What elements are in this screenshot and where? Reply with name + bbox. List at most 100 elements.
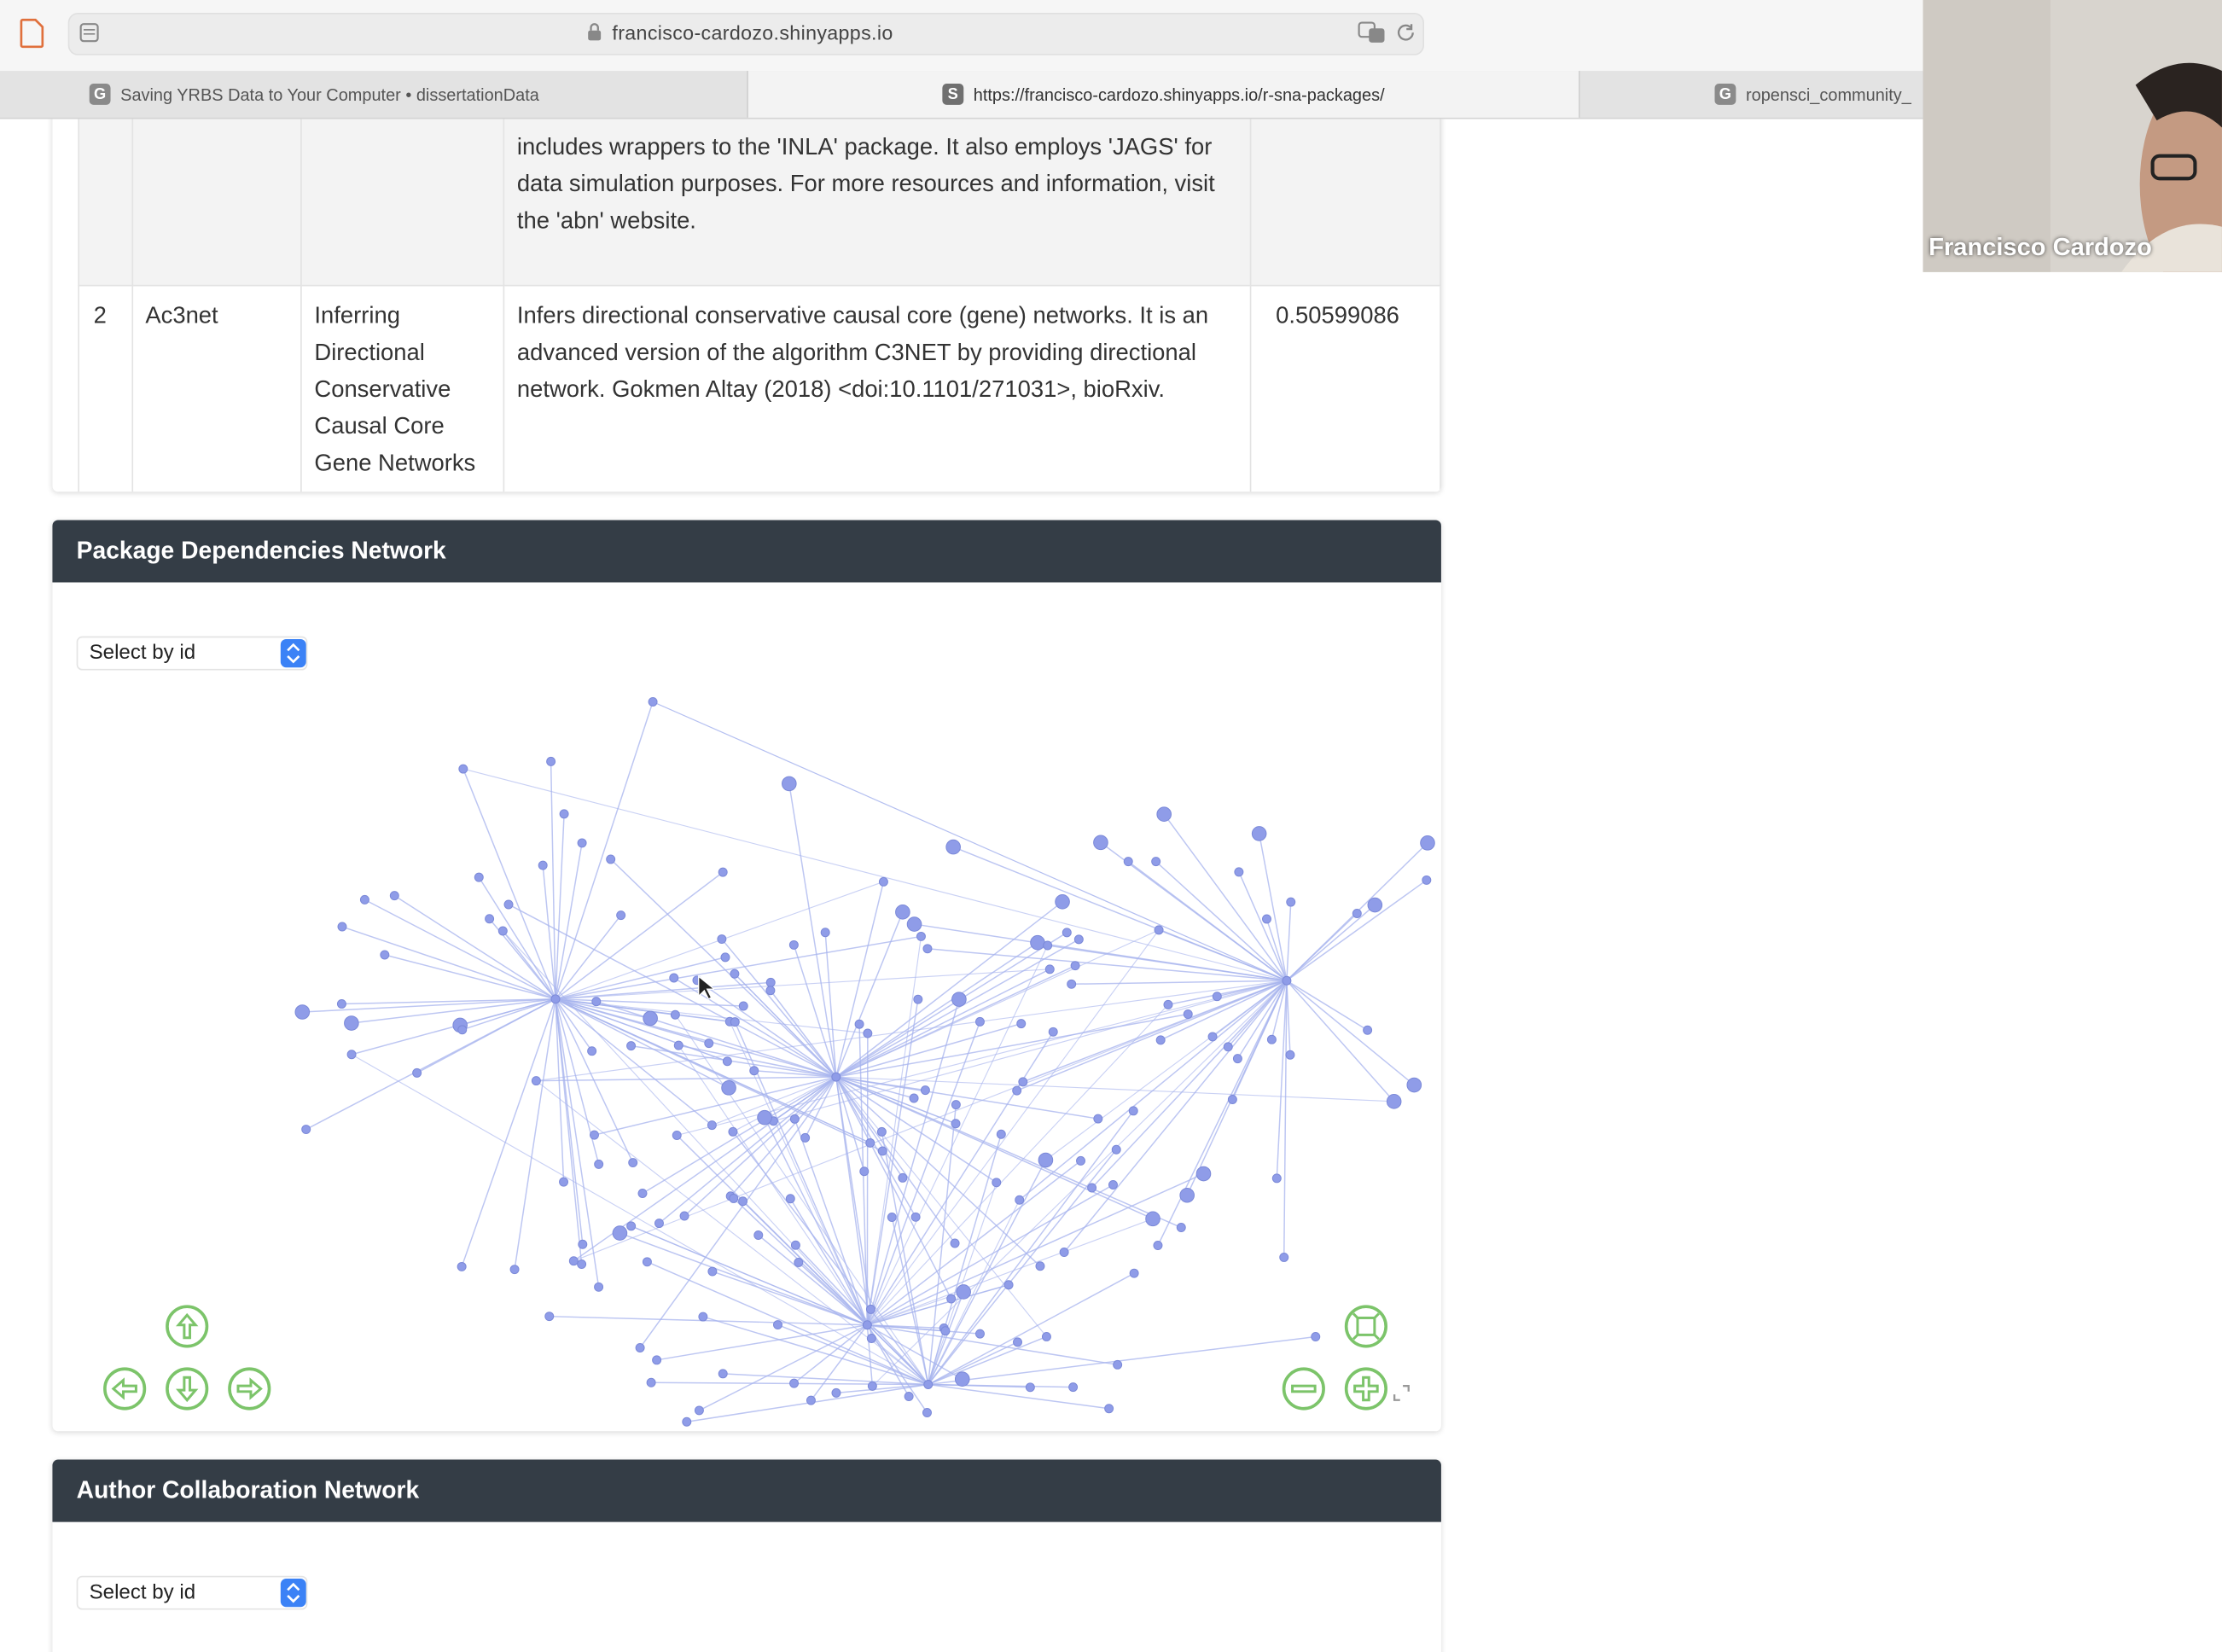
graph-node[interactable] xyxy=(1055,894,1070,910)
graph-node[interactable] xyxy=(642,1257,652,1267)
graph-node[interactable] xyxy=(591,997,602,1007)
graph-node[interactable] xyxy=(749,1066,759,1076)
graph-node[interactable] xyxy=(474,872,484,882)
graph-node[interactable] xyxy=(1286,897,1296,907)
graph-node[interactable] xyxy=(1271,1173,1282,1184)
graph-node[interactable] xyxy=(577,1259,587,1270)
graph-node[interactable] xyxy=(863,1028,873,1038)
graph-node[interactable] xyxy=(628,1158,638,1168)
graph-node[interactable] xyxy=(646,1377,656,1387)
document-icon[interactable] xyxy=(20,18,44,49)
graph-node[interactable] xyxy=(1176,1223,1186,1233)
graph-node[interactable] xyxy=(1093,1114,1103,1124)
graph-node[interactable] xyxy=(922,944,933,954)
graph-node[interactable] xyxy=(1111,1144,1121,1155)
select-by-id-dropdown[interactable]: Select by id xyxy=(76,636,308,671)
graph-node[interactable] xyxy=(1041,1331,1051,1341)
graph-node[interactable] xyxy=(648,696,658,707)
graph-node[interactable] xyxy=(578,1239,588,1249)
graph-node[interactable] xyxy=(594,1282,604,1292)
graph-node[interactable] xyxy=(974,1016,985,1027)
fit-icon[interactable] xyxy=(1343,1304,1388,1349)
graph-node[interactable] xyxy=(923,1380,934,1389)
graph-node[interactable] xyxy=(720,952,730,963)
graph-node[interactable] xyxy=(538,860,548,870)
graph-node[interactable] xyxy=(913,994,923,1004)
graph-node[interactable] xyxy=(672,1130,682,1140)
graph-node[interactable] xyxy=(1367,897,1383,913)
graph-node[interactable] xyxy=(1038,1152,1054,1168)
graph-node[interactable] xyxy=(922,1408,932,1417)
graph-node[interactable] xyxy=(946,1294,957,1304)
translate-icon[interactable] xyxy=(1358,21,1386,44)
graph-node[interactable] xyxy=(1195,1166,1212,1182)
graph-node[interactable] xyxy=(1016,1019,1027,1029)
graph-node[interactable] xyxy=(940,1326,951,1336)
graph-node[interactable] xyxy=(954,1371,970,1387)
graph-node[interactable] xyxy=(1145,1211,1160,1227)
graph-node[interactable] xyxy=(718,1369,728,1379)
graph-node[interactable] xyxy=(1076,1155,1085,1166)
graph-node[interactable] xyxy=(637,1189,648,1198)
graph-node[interactable] xyxy=(1352,909,1362,918)
graph-node[interactable] xyxy=(531,1076,541,1086)
graph-node[interactable] xyxy=(951,992,967,1007)
graph-node[interactable] xyxy=(497,926,508,936)
graph-node[interactable] xyxy=(670,1009,680,1020)
graph-node[interactable] xyxy=(389,891,399,901)
graph-node[interactable] xyxy=(1070,961,1080,971)
graph-node[interactable] xyxy=(1104,1404,1114,1414)
graph-node[interactable] xyxy=(1059,1248,1069,1257)
graph-node[interactable] xyxy=(765,986,776,996)
graph-node[interactable] xyxy=(458,764,468,774)
graph-node[interactable] xyxy=(951,1119,961,1129)
graph-node[interactable] xyxy=(1018,1077,1028,1087)
reload-icon[interactable] xyxy=(1396,23,1416,43)
graph-node[interactable] xyxy=(1012,1085,1022,1096)
graph-node[interactable] xyxy=(344,1015,359,1031)
graph-node[interactable] xyxy=(859,1166,870,1177)
graph-node[interactable] xyxy=(877,1146,887,1156)
graph-node[interactable] xyxy=(1163,999,1173,1009)
graph-node[interactable] xyxy=(757,1109,772,1126)
graph-node[interactable] xyxy=(785,1194,795,1204)
graph-node[interactable] xyxy=(878,876,888,887)
graph-node[interactable] xyxy=(698,1312,708,1322)
graph-node[interactable] xyxy=(865,1304,875,1314)
graph-node[interactable] xyxy=(587,1046,597,1056)
graph-node[interactable] xyxy=(820,928,830,938)
graph-node[interactable] xyxy=(1087,1183,1097,1193)
graph-node[interactable] xyxy=(916,931,926,941)
graph-node[interactable] xyxy=(412,1067,422,1078)
graph-node[interactable] xyxy=(694,1405,704,1416)
graph-node[interactable] xyxy=(831,1072,841,1082)
graph-node[interactable] xyxy=(707,1120,717,1131)
graph-node[interactable] xyxy=(831,1387,841,1398)
graph-node[interactable] xyxy=(1068,1382,1079,1393)
graph-node[interactable] xyxy=(626,1221,637,1231)
video-tile[interactable]: Francisco Cardozo xyxy=(1922,0,2222,272)
graph-node[interactable] xyxy=(728,1126,738,1137)
graph-node[interactable] xyxy=(773,1320,782,1330)
graph-node[interactable] xyxy=(1266,1034,1277,1044)
zoom-in-icon[interactable] xyxy=(1343,1366,1388,1411)
graph-node[interactable] xyxy=(1279,1252,1289,1262)
graph-node[interactable] xyxy=(753,1230,764,1240)
graph-node[interactable] xyxy=(909,1093,919,1103)
graph-node[interactable] xyxy=(1207,1032,1218,1042)
graph-node[interactable] xyxy=(1422,875,1432,885)
graph-node[interactable] xyxy=(1363,1025,1373,1035)
graph-node[interactable] xyxy=(546,756,556,766)
graph-node[interactable] xyxy=(1093,835,1108,851)
graph-node[interactable] xyxy=(380,950,390,960)
graph-node[interactable] xyxy=(1013,1337,1023,1347)
graph-node[interactable] xyxy=(652,1355,662,1365)
graph-node[interactable] xyxy=(1043,940,1053,951)
graph-node[interactable] xyxy=(559,809,569,819)
right-arrow-icon[interactable] xyxy=(227,1366,272,1411)
graph-node[interactable] xyxy=(730,969,740,979)
graph-node[interactable] xyxy=(704,1038,714,1049)
graph-node[interactable] xyxy=(800,1132,811,1143)
graph-node[interactable] xyxy=(1386,1094,1402,1109)
graph-node[interactable] xyxy=(996,1129,1006,1139)
